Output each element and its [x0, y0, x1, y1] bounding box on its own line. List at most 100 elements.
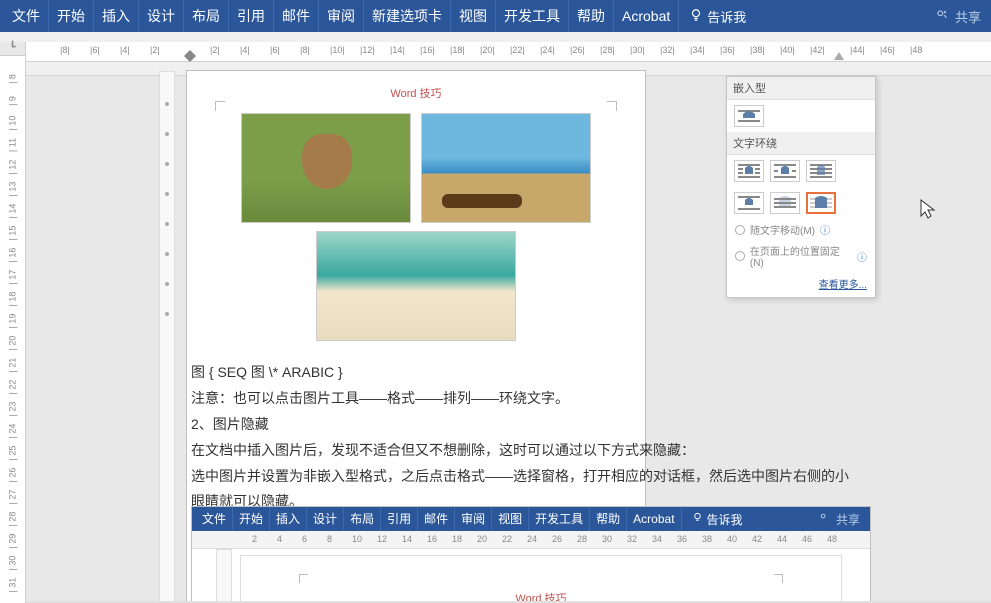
- embed-hruler-tick: 20: [477, 534, 487, 544]
- embed-tab-view[interactable]: 视图: [492, 507, 529, 531]
- embed-tab-mail[interactable]: 邮件: [418, 507, 455, 531]
- layout-behind-text[interactable]: [770, 192, 800, 214]
- tell-me-label: 告诉我: [707, 7, 746, 26]
- embed-hruler-tick: 46: [802, 534, 812, 544]
- margin-corner-icon: [774, 574, 783, 583]
- embed-page[interactable]: Word 技巧: [240, 555, 842, 603]
- indent-marker-right-icon[interactable]: [834, 50, 844, 63]
- page-vertical-ruler[interactable]: [159, 71, 175, 603]
- ruler-dot: [165, 102, 169, 106]
- embed-share-label[interactable]: 共享: [836, 511, 860, 528]
- tab-file[interactable]: 文件: [4, 0, 49, 32]
- workspace: ┗ | 8 | 9 | 10 | 11 | 12 | 13 | 14 | 15 …: [0, 32, 991, 603]
- embed-hruler-tick: 8: [327, 534, 332, 544]
- tab-acrobat[interactable]: Acrobat: [614, 0, 679, 32]
- tab-design[interactable]: 设计: [139, 0, 184, 32]
- info-icon[interactable]: ⓘ: [857, 249, 867, 264]
- vertical-ruler[interactable]: ┗ | 8 | 9 | 10 | 11 | 12 | 13 | 14 | 15 …: [0, 42, 26, 603]
- horizontal-ruler[interactable]: |8| |6| |4| |2| |2| |4| |6| |8| |10| |12…: [26, 42, 991, 62]
- share-icon[interactable]: [935, 8, 949, 25]
- hruler-tick: |4|: [120, 45, 130, 55]
- inserted-image-2[interactable]: [421, 113, 591, 223]
- embed-tellme[interactable]: 告诉我: [682, 511, 753, 528]
- hruler-tick: |8|: [300, 45, 310, 55]
- embed-tab-review[interactable]: 审阅: [455, 507, 492, 531]
- body-line: 在文档中插入图片后，发现不适合但又不想删除，这时可以通过以下方式来隐藏：: [191, 438, 861, 464]
- layout-front-text[interactable]: [806, 192, 836, 214]
- tab-layout[interactable]: 布局: [184, 0, 229, 32]
- layout-wrap-square[interactable]: [734, 160, 764, 182]
- embed-hruler-tick: 48: [827, 534, 837, 544]
- embed-vruler[interactable]: [216, 549, 232, 603]
- margin-corner-icon: [299, 574, 308, 583]
- layout-wrap-topbottom[interactable]: [734, 192, 764, 214]
- embed-hruler-tick: 28: [577, 534, 587, 544]
- indent-marker-icon[interactable]: [184, 50, 196, 65]
- embed-hruler-tick: 40: [727, 534, 737, 544]
- embed-hruler-tick: 24: [527, 534, 537, 544]
- hruler-tick: |6|: [270, 45, 280, 55]
- embed-tab-home[interactable]: 开始: [233, 507, 270, 531]
- embed-hruler-tick: 30: [602, 534, 612, 544]
- tab-insert[interactable]: 插入: [94, 0, 139, 32]
- embed-hruler-tick: 2: [252, 534, 257, 544]
- layout-wrap-tight[interactable]: [770, 160, 800, 182]
- embed-tab-file[interactable]: 文件: [196, 507, 233, 531]
- hruler-tick: |22|: [510, 45, 525, 55]
- hruler-tick: |32|: [660, 45, 675, 55]
- radio-icon: [735, 225, 745, 235]
- hruler-tick: |26|: [570, 45, 585, 55]
- layout-options-panel: 嵌入型 文字环绕 随文字移动(M) ⓘ: [726, 76, 876, 298]
- hruler-tick: |30|: [630, 45, 645, 55]
- layout-wrap-through[interactable]: [806, 160, 836, 182]
- radio-fix-position[interactable]: 在页面上的位置固定(N) ⓘ: [727, 240, 875, 272]
- embed-ribbon: 文件 开始 插入 设计 布局 引用 邮件 审阅 视图 开发工具 帮助 Acrob…: [192, 507, 870, 531]
- hruler-tick: |18|: [450, 45, 465, 55]
- ruler-dot: [165, 132, 169, 136]
- ribbon-bar: 文件 开始 插入 设计 布局 引用 邮件 审阅 新建选项卡 视图 开发工具 帮助…: [0, 0, 991, 32]
- tab-references[interactable]: 引用: [229, 0, 274, 32]
- tab-view[interactable]: 视图: [451, 0, 496, 32]
- embed-tab-dev[interactable]: 开发工具: [529, 507, 590, 531]
- inserted-image-1[interactable]: [241, 113, 411, 223]
- tell-me[interactable]: 告诉我: [679, 7, 756, 26]
- tab-help[interactable]: 帮助: [569, 0, 614, 32]
- embed-tab-insert[interactable]: 插入: [270, 507, 307, 531]
- panel-section-wrap: 文字环绕: [727, 132, 875, 155]
- hruler-tick: |20|: [480, 45, 495, 55]
- info-icon[interactable]: ⓘ: [820, 222, 830, 237]
- embed-tab-design[interactable]: 设计: [307, 507, 344, 531]
- hruler-tick: |4|: [240, 45, 250, 55]
- hruler-tick: |34|: [690, 45, 705, 55]
- hruler-tick: |24|: [540, 45, 555, 55]
- tab-newtab[interactable]: 新建选项卡: [364, 0, 451, 32]
- panel-section-inline: 嵌入型: [727, 77, 875, 100]
- embed-tab-acrobat[interactable]: Acrobat: [627, 507, 681, 531]
- tab-home[interactable]: 开始: [49, 0, 94, 32]
- see-more-link[interactable]: 查看更多...: [727, 272, 875, 297]
- embed-hruler[interactable]: 2 4 6 8 10 12 14 16 18 20 22 24 26 28 30…: [192, 531, 870, 549]
- radio-icon: [735, 251, 745, 261]
- hruler-tick: |42|: [810, 45, 825, 55]
- radio-label: 随文字移动(M): [750, 222, 815, 237]
- margin-corner-icon: [215, 101, 225, 111]
- embed-hruler-tick: 44: [777, 534, 787, 544]
- tab-review[interactable]: 审阅: [319, 0, 364, 32]
- inserted-image-3[interactable]: [316, 231, 516, 341]
- layout-inline-option[interactable]: [734, 105, 764, 127]
- tab-developer[interactable]: 开发工具: [496, 0, 569, 32]
- embed-tab-help[interactable]: 帮助: [590, 507, 627, 531]
- radio-move-with-text[interactable]: 随文字移动(M) ⓘ: [727, 219, 875, 240]
- hruler-tick: |12|: [360, 45, 375, 55]
- embed-hruler-tick: 4: [277, 534, 282, 544]
- hruler-tick: |14|: [390, 45, 405, 55]
- embed-hruler-tick: 22: [502, 534, 512, 544]
- embed-tab-layout[interactable]: 布局: [344, 507, 381, 531]
- hruler-tick: |40|: [780, 45, 795, 55]
- share-label[interactable]: 共享: [955, 7, 981, 26]
- tab-mailings[interactable]: 邮件: [274, 0, 319, 32]
- cursor-icon: [919, 198, 937, 225]
- embed-tab-refs[interactable]: 引用: [381, 507, 418, 531]
- share-icon[interactable]: [819, 512, 830, 526]
- embed-header: Word 技巧: [241, 556, 841, 603]
